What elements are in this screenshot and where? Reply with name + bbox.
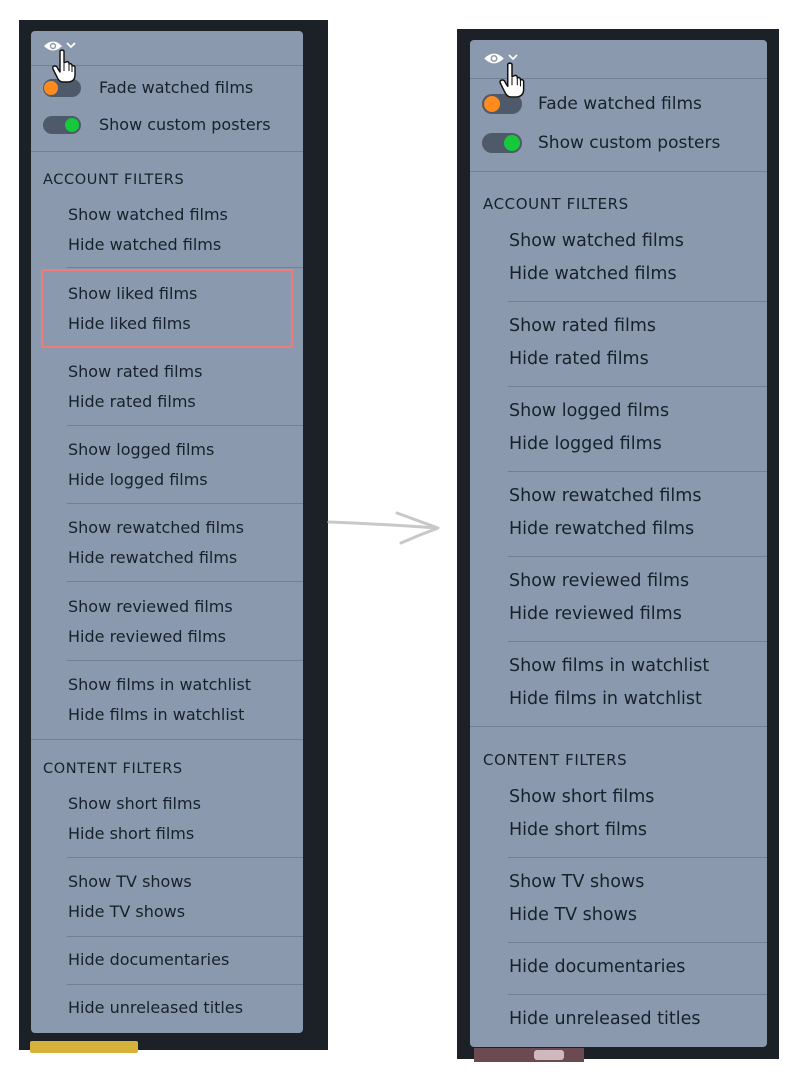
content-filters-heading: CONTENT FILTERS [43, 761, 183, 777]
menu-item-show-rewatched[interactable]: Show rewatched films [68, 518, 244, 537]
divider [470, 171, 767, 172]
menu-item-hide-rewatched[interactable]: Hide rewatched films [68, 548, 237, 567]
liked-films-highlight [41, 269, 293, 348]
divider [508, 994, 767, 995]
menu-item-hide-watchlist[interactable]: Hide films in watchlist [68, 705, 244, 724]
divider [67, 503, 303, 504]
menu-item-hide-rewatched[interactable]: Hide rewatched films [509, 519, 694, 539]
divider [508, 471, 767, 472]
menu-item-hide-short[interactable]: Hide short films [68, 824, 194, 843]
menu-item-hide-reviewed[interactable]: Hide reviewed films [509, 604, 682, 624]
custom-posters-toggle-row[interactable]: Show custom posters [482, 133, 720, 153]
divider [67, 581, 303, 582]
menu-item-hide-documentaries[interactable]: Hide documentaries [68, 950, 229, 969]
menu-item-hide-reviewed[interactable]: Hide reviewed films [68, 627, 226, 646]
menu-item-hide-rated[interactable]: Hide rated films [68, 392, 196, 411]
menu-item-hide-watchlist[interactable]: Hide films in watchlist [509, 689, 702, 709]
menu-item-show-rewatched[interactable]: Show rewatched films [509, 486, 701, 506]
custom-posters-toggle[interactable] [43, 115, 81, 134]
menu-item-show-tv[interactable]: Show TV shows [68, 872, 192, 891]
after-filter-menu: Fade watched films Show custom posters A… [470, 40, 767, 1047]
menu-item-hide-unreleased[interactable]: Hide unreleased titles [68, 998, 243, 1017]
chevron-down-icon[interactable] [507, 52, 519, 62]
menu-item-show-short[interactable]: Show short films [68, 794, 201, 813]
custom-posters-label: Show custom posters [538, 133, 721, 153]
divider [67, 660, 303, 661]
menu-item-show-watched[interactable]: Show watched films [509, 231, 684, 251]
divider [31, 151, 303, 152]
menu-item-show-short[interactable]: Show short films [509, 787, 654, 807]
divider [67, 425, 303, 426]
fade-watched-label: Fade watched films [538, 94, 702, 114]
menu-item-show-tv[interactable]: Show TV shows [509, 872, 644, 892]
menu-item-hide-watched[interactable]: Hide watched films [509, 264, 677, 284]
menu-item-show-watchlist[interactable]: Show films in watchlist [68, 675, 251, 694]
divider [31, 739, 303, 740]
menu-item-show-watched[interactable]: Show watched films [68, 205, 228, 224]
arrow-right-icon [327, 511, 440, 545]
divider [470, 726, 767, 727]
divider [508, 556, 767, 557]
divider [508, 641, 767, 642]
account-filters-heading: ACCOUNT FILTERS [483, 195, 629, 213]
menu-item-hide-watched[interactable]: Hide watched films [68, 235, 221, 254]
custom-posters-toggle[interactable] [482, 133, 522, 153]
divider [508, 942, 767, 943]
divider [508, 301, 767, 302]
hand-cursor-icon [499, 62, 525, 98]
custom-posters-toggle-row[interactable]: Show custom posters [43, 115, 271, 134]
before-filter-menu: Fade watched films Show custom posters A… [31, 31, 303, 1033]
divider [67, 857, 303, 858]
divider [67, 984, 303, 985]
divider [67, 936, 303, 937]
menu-item-show-reviewed[interactable]: Show reviewed films [509, 571, 689, 591]
menu-item-show-logged[interactable]: Show logged films [68, 440, 214, 459]
menu-item-hide-tv[interactable]: Hide TV shows [68, 902, 185, 921]
menu-item-hide-short[interactable]: Hide short films [509, 820, 647, 840]
menu-item-hide-documentaries[interactable]: Hide documentaries [509, 957, 685, 977]
menu-item-show-watchlist[interactable]: Show films in watchlist [509, 656, 709, 676]
menu-item-hide-rated[interactable]: Hide rated films [509, 349, 649, 369]
menu-item-show-rated[interactable]: Show rated films [509, 316, 656, 336]
menu-item-show-reviewed[interactable]: Show reviewed films [68, 597, 233, 616]
menu-item-show-logged[interactable]: Show logged films [509, 401, 669, 421]
fade-watched-label: Fade watched films [99, 78, 254, 97]
poster-fragment [474, 1048, 584, 1062]
divider [508, 386, 767, 387]
custom-posters-label: Show custom posters [99, 115, 271, 134]
menu-item-hide-logged[interactable]: Hide logged films [68, 470, 208, 489]
menu-item-hide-tv[interactable]: Hide TV shows [509, 905, 637, 925]
content-filters-heading: CONTENT FILTERS [483, 751, 628, 769]
divider [508, 857, 767, 858]
account-filters-heading: ACCOUNT FILTERS [43, 172, 185, 188]
menu-item-hide-logged[interactable]: Hide logged films [509, 434, 662, 454]
menu-item-hide-unreleased[interactable]: Hide unreleased titles [509, 1009, 700, 1029]
menu-item-show-rated[interactable]: Show rated films [68, 362, 202, 381]
hand-cursor-icon [52, 49, 76, 83]
poster-fragment [30, 1041, 138, 1053]
divider [67, 267, 303, 268]
